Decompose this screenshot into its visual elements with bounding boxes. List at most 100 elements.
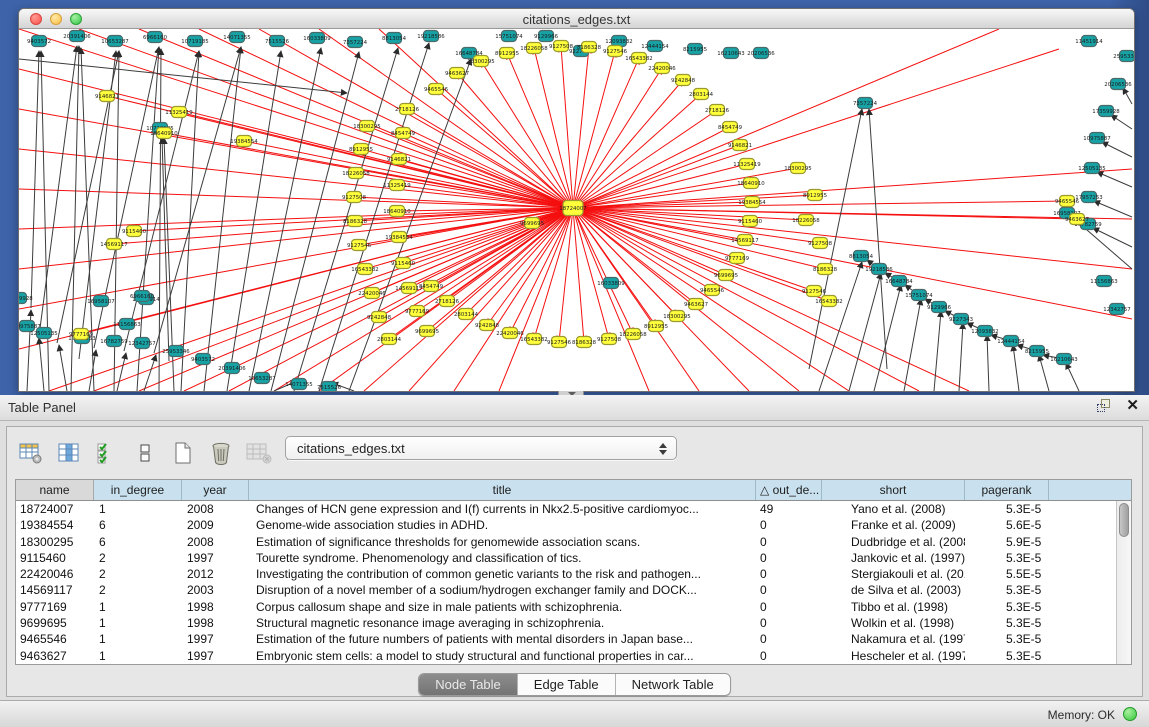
- graph-node[interactable]: 9146821: [387, 154, 411, 165]
- graph-node[interactable]: 16543382: [520, 334, 547, 345]
- graph-node[interactable]: 10975887: [1083, 133, 1110, 144]
- scrollbar-thumb[interactable]: [1119, 503, 1129, 537]
- graph-node[interactable]: 17957253: [1075, 192, 1102, 203]
- graph-node[interactable]: 25953346: [162, 346, 190, 357]
- graph-node[interactable]: 8186328: [572, 337, 597, 348]
- column-header[interactable]: in_degree: [94, 480, 182, 500]
- graph-node[interactable]: 18226058: [520, 43, 548, 54]
- table-row[interactable]: 977716911998Corpus callosum shape and si…: [16, 599, 1116, 615]
- table-row[interactable]: 1938455462009Genome-wide association stu…: [16, 517, 1116, 533]
- graph-node[interactable]: 7515526: [317, 382, 342, 392]
- graph-node[interactable]: 9777169: [405, 306, 430, 317]
- graph-node[interactable]: 14569117: [100, 239, 127, 250]
- graph-node[interactable]: 12342757: [128, 338, 155, 349]
- graph-node[interactable]: 18300295: [663, 311, 690, 322]
- graph-node[interactable]: 15751074: [495, 31, 523, 42]
- graph-node[interactable]: 19384554: [385, 232, 413, 243]
- graph-node[interactable]: 11325419: [733, 159, 761, 170]
- graph-node[interactable]: 9115460: [122, 226, 147, 237]
- graph-node[interactable]: 18724007: [559, 201, 586, 216]
- graph-node[interactable]: 9127508: [549, 41, 574, 52]
- table-mode-icon[interactable]: [131, 440, 159, 466]
- graph-node[interactable]: 16958107: [87, 296, 114, 307]
- column-header[interactable]: short: [822, 480, 965, 500]
- network-window-titlebar[interactable]: citations_edges.txt: [19, 9, 1134, 29]
- graph-node[interactable]: 8186328: [577, 42, 602, 53]
- show-columns-icon[interactable]: [55, 440, 83, 466]
- graph-node[interactable]: 18300295: [784, 163, 811, 174]
- graph-node[interactable]: 16543382: [351, 264, 378, 275]
- graph-node[interactable]: 9403572: [191, 354, 215, 365]
- graph-node[interactable]: 9127546: [802, 286, 827, 297]
- close-panel-icon[interactable]: ✕: [1126, 399, 1139, 413]
- graph-node[interactable]: 25953346: [1113, 51, 1134, 62]
- graph-node[interactable]: 2803144: [377, 334, 402, 345]
- table-row[interactable]: 969969511998Structural magnetic resonanc…: [16, 615, 1116, 631]
- graph-node[interactable]: 9127508: [808, 238, 833, 249]
- graph-node[interactable]: 8186328: [813, 264, 838, 275]
- graph-node[interactable]: 8215955: [683, 44, 707, 55]
- graph-node[interactable]: 7515526: [265, 36, 290, 47]
- graph-node[interactable]: 9129966: [534, 31, 559, 42]
- graph-node[interactable]: 8454749: [718, 122, 743, 133]
- column-header[interactable]: △ out_de...: [756, 480, 822, 500]
- table-row[interactable]: 1830029562008Estimation of significance …: [16, 534, 1116, 550]
- column-header[interactable]: name: [16, 480, 94, 500]
- graph-node[interactable]: 9146821: [95, 91, 119, 102]
- graph-node[interactable]: 9465546: [424, 84, 449, 95]
- graph-node[interactable]: 19218586: [865, 264, 893, 275]
- table-row[interactable]: 946554611997Estimation of the future num…: [16, 631, 1116, 647]
- tab-node-table[interactable]: Node Table: [419, 674, 518, 695]
- table-row[interactable]: 1872400712008Changes of HCN gene express…: [16, 501, 1116, 517]
- graph-node[interactable]: 7357224: [853, 98, 878, 109]
- graph-node[interactable]: 8215955: [1025, 346, 1049, 357]
- column-header[interactable]: pagerank: [965, 480, 1049, 500]
- graph-node[interactable]: 10653287: [101, 36, 128, 47]
- graph-node[interactable]: 8912955: [644, 321, 668, 332]
- float-panel-icon[interactable]: [1097, 399, 1112, 413]
- graph-node[interactable]: 16210643: [717, 48, 744, 59]
- graph-node[interactable]: 8454749: [419, 281, 444, 292]
- graph-node[interactable]: 12444154: [641, 41, 669, 52]
- graph-node[interactable]: 10719185: [181, 36, 208, 47]
- column-header[interactable]: title: [249, 480, 756, 500]
- graph-node[interactable]: 11325419: [165, 107, 193, 118]
- table-settings-icon[interactable]: [17, 440, 45, 466]
- graph-node[interactable]: 19384554: [230, 136, 258, 147]
- graph-node[interactable]: 22420046: [648, 63, 676, 74]
- graph-node[interactable]: 12342757: [1103, 304, 1130, 315]
- graph-node[interactable]: 9242848: [671, 75, 696, 86]
- graph-node[interactable]: 8454749: [391, 128, 416, 139]
- tab-edge-table[interactable]: Edge Table: [518, 674, 616, 695]
- graph-node[interactable]: 22420046: [496, 328, 524, 339]
- tab-network-table[interactable]: Network Table: [616, 674, 730, 695]
- graph-node[interactable]: 8912955: [495, 48, 519, 59]
- network-window[interactable]: citations_edges.txt 94035722039140610653…: [18, 8, 1135, 392]
- graph-node[interactable]: 2718126: [395, 104, 420, 115]
- graph-node[interactable]: 11156863: [1090, 276, 1117, 287]
- graph-node[interactable]: 6966160: [130, 291, 155, 302]
- graph-node[interactable]: 19218586: [417, 31, 445, 42]
- graph-node[interactable]: 2803144: [454, 309, 479, 320]
- graph-node[interactable]: 17359928: [1092, 106, 1120, 117]
- graph-node[interactable]: 6966160: [143, 32, 168, 43]
- graph-node[interactable]: 15751074: [905, 290, 933, 301]
- graph-node[interactable]: 9242848: [367, 312, 392, 323]
- graph-node[interactable]: 9127508: [342, 192, 367, 203]
- graph-node[interactable]: 20206536: [1104, 79, 1132, 90]
- table-row[interactable]: 911546021997Tourette syndrome. Phenomeno…: [16, 550, 1116, 566]
- graph-node[interactable]: 18226058: [342, 168, 370, 179]
- graph-node[interactable]: 11451914: [1075, 36, 1103, 47]
- table-selector-combobox[interactable]: citations_edges.txt: [285, 436, 677, 460]
- network-canvas[interactable]: 9403572203914061065328769661601071918514…: [19, 29, 1134, 391]
- delete-column-icon[interactable]: [207, 440, 235, 466]
- graph-node[interactable]: 9242848: [475, 320, 500, 331]
- graph-node[interactable]: 14071355: [285, 379, 312, 390]
- graph-node[interactable]: 18640910: [737, 178, 765, 189]
- graph-node[interactable]: 16033809: [597, 278, 625, 289]
- graph-node[interactable]: 18300295: [353, 121, 380, 132]
- graph-node[interactable]: 12444154: [997, 336, 1025, 347]
- graph-node[interactable]: 8912955: [349, 144, 373, 155]
- graph-node[interactable]: 16210643: [1050, 354, 1077, 365]
- graph-node[interactable]: 2718126: [705, 105, 730, 116]
